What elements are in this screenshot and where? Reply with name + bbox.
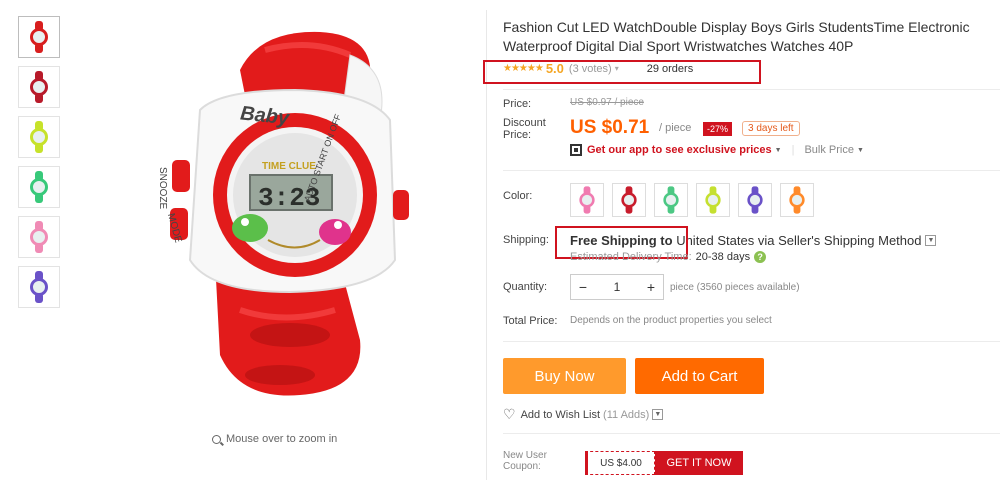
snooze-label: SNOOZE (157, 167, 168, 210)
chevron-down-icon[interactable]: ▼ (652, 409, 664, 420)
app-price-row: Get our app to see exclusive prices ▼ | … (570, 144, 864, 156)
total-price-note: Depends on the product properties you se… (570, 315, 772, 326)
watch-thumbnail-image (29, 171, 49, 203)
add-to-cart-button[interactable]: Add to Cart (635, 358, 764, 394)
product-title: Fashion Cut LED WatchDouble Display Boys… (503, 19, 970, 54)
color-swatch-list (570, 183, 814, 217)
divider (503, 170, 1000, 171)
watch-thumbnail-image (29, 271, 49, 303)
watch-thumbnail-image (29, 121, 49, 153)
magnifier-icon (212, 434, 221, 444)
shipping-label: Shipping: (503, 234, 549, 246)
color-swatch[interactable] (780, 183, 814, 217)
color-swatch[interactable] (654, 183, 688, 217)
quantity-input[interactable]: 1 (595, 280, 639, 294)
wish-count: (11 Adds) (603, 408, 650, 421)
discount-price: US $0.71 (570, 117, 650, 138)
watch-color-image (579, 186, 596, 214)
original-price: US $0.97 / piece (570, 97, 644, 108)
add-to-wishlist-button[interactable]: ♡ Add to Wish List (11 Adds) ▼ (503, 406, 664, 423)
caret-down-icon[interactable]: ▼ (857, 147, 864, 154)
shipping-destination[interactable]: United States via Seller's Shipping Meth… (676, 233, 921, 248)
color-swatch[interactable] (738, 183, 772, 217)
thumbnail-item[interactable] (18, 16, 60, 58)
separator: | (791, 144, 795, 156)
get-coupon-button[interactable]: GET IT NOW (655, 451, 743, 475)
bulk-price-link[interactable]: Bulk Price (804, 144, 854, 156)
watch-color-image (663, 186, 680, 214)
color-swatch[interactable] (570, 183, 604, 217)
main-product-image[interactable]: Baby TIME CLUE 3:23 SNOOZE MODE AUTO STA… (90, 10, 480, 420)
quantity-stepper: − 1 + (570, 274, 664, 300)
price-unit: / piece (659, 122, 692, 134)
color-swatch[interactable] (696, 183, 730, 217)
watch-thumbnail-image (29, 71, 49, 103)
watch-color-image (705, 186, 722, 214)
price-label: Price: (503, 98, 532, 110)
watch-thumbnail-image (29, 21, 49, 53)
color-label: Color: (503, 190, 533, 202)
increase-button[interactable]: + (639, 279, 663, 295)
buy-now-button[interactable]: Buy Now (503, 358, 626, 394)
days-left-badge: 3 days left (742, 121, 800, 136)
color-swatch[interactable] (612, 183, 646, 217)
divider (503, 89, 1000, 90)
watch-color-image (747, 186, 764, 214)
watch-color-image (789, 186, 806, 214)
stock-note: piece (3560 pieces available) (670, 282, 800, 293)
coupon-value: US $4.00 (585, 451, 655, 475)
help-icon[interactable]: ? (754, 251, 767, 263)
quantity-label: Quantity: (503, 281, 548, 293)
delivery-days: 20-38 days (695, 251, 751, 263)
total-price-label: Total Price: (503, 315, 558, 327)
thumbnail-item[interactable] (18, 116, 60, 158)
zoom-hint: Mouse over to zoom in (212, 433, 337, 445)
app-price-link[interactable]: Get our app to see exclusive prices (587, 144, 772, 156)
decrease-button[interactable]: − (571, 279, 595, 295)
watch-color-image (621, 186, 638, 214)
thumbnail-item[interactable] (18, 216, 60, 258)
highlight-box-rating (483, 60, 761, 84)
watch-thumbnail-image (29, 221, 49, 253)
thumbnail-item[interactable] (18, 166, 60, 208)
thumbnail-item[interactable] (18, 66, 60, 108)
delivery-estimate: Estimated Delivery Time: 20-38 days ? (570, 251, 767, 263)
divider (503, 433, 1000, 434)
divider (503, 341, 1000, 342)
dial-label-text: TIME CLUE (262, 161, 316, 172)
discount-label-1: Discount (503, 117, 546, 129)
discount-badge: -27% (703, 122, 733, 136)
thumbnail-list (18, 16, 62, 316)
thumbnail-item[interactable] (18, 266, 60, 308)
qr-code-icon (570, 144, 582, 156)
coupon-label: New User Coupon: (503, 450, 547, 472)
discount-label-2: Price: (503, 129, 532, 141)
heart-icon: ♡ (503, 406, 516, 422)
chevron-down-icon[interactable]: ▼ (925, 235, 937, 246)
caret-down-icon[interactable]: ▼ (775, 147, 782, 154)
